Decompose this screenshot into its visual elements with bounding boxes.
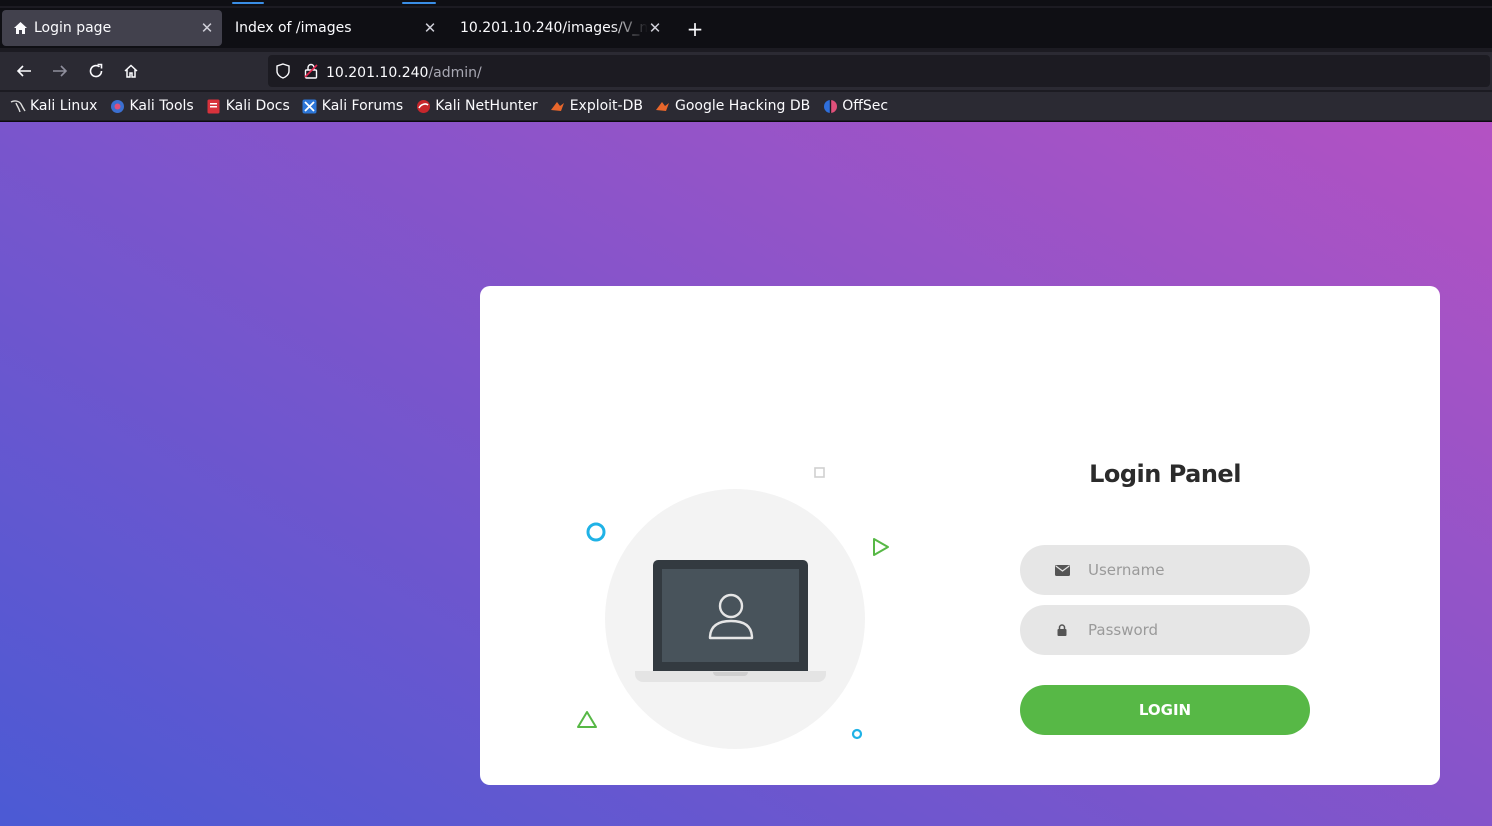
small-ring-decoration-icon	[851, 728, 863, 740]
close-tab-icon[interactable]: ✕	[421, 19, 439, 37]
laptop-notch	[713, 672, 748, 676]
close-tab-icon[interactable]: ✕	[646, 19, 664, 37]
exploit-db-icon	[550, 98, 566, 114]
bookmark-label: Exploit-DB	[569, 98, 643, 114]
bookmark-label: Kali Docs	[225, 98, 290, 114]
strip-indicator	[232, 2, 264, 4]
play-triangle-decoration-icon	[873, 538, 889, 556]
back-button[interactable]	[12, 59, 36, 83]
kali-nethunter-icon	[415, 98, 431, 114]
bookmark-kali-forums[interactable]: Kali Forums	[302, 98, 403, 114]
url-bar[interactable]: 10.201.10.240/admin/	[268, 55, 1490, 87]
kali-forums-icon	[302, 98, 318, 114]
bookmark-label: Google Hacking DB	[674, 98, 811, 114]
url-text[interactable]: 10.201.10.240/admin/	[326, 62, 482, 81]
bookmark-exploit-db[interactable]: Exploit-DB	[550, 98, 643, 114]
bookmark-label: Kali NetHunter	[435, 98, 538, 114]
bookmark-kali-nethunter[interactable]: Kali NetHunter	[415, 98, 538, 114]
tab-v-note[interactable]: 10.201.10.240/images/V_note ✕	[450, 10, 670, 46]
insecure-lock-icon[interactable]	[302, 62, 320, 80]
close-tab-icon[interactable]: ✕	[198, 19, 216, 37]
tab-index-of-images[interactable]: Index of /images ✕	[225, 10, 445, 46]
url-path: /admin/	[428, 64, 482, 81]
back-arrow-icon	[16, 65, 31, 77]
bookmark-google-hacking-db[interactable]: Google Hacking DB	[655, 98, 810, 114]
bookmarks-toolbar: Kali Linux Kali Tools Kali Docs Kali For…	[0, 92, 1492, 120]
tab-label: Index of /images	[235, 20, 352, 36]
shield-icon[interactable]	[274, 62, 292, 80]
navigation-bar: 10.201.10.240/admin/	[0, 52, 1492, 90]
login-button[interactable]: LOGIN	[1020, 685, 1310, 735]
bookmark-label: Kali Tools	[129, 98, 194, 114]
bookmark-kali-linux[interactable]: Kali Linux	[10, 98, 97, 114]
new-tab-button[interactable]: +	[684, 18, 706, 40]
strip-indicator	[402, 2, 436, 4]
bookmark-offsec[interactable]: OffSec	[822, 98, 888, 114]
home-icon	[12, 20, 28, 36]
forward-button[interactable]	[48, 59, 72, 83]
bookmark-label: OffSec	[842, 98, 889, 114]
tab-login-page[interactable]: Login page ✕	[2, 10, 222, 46]
forward-arrow-icon	[53, 65, 68, 77]
username-field[interactable]	[1020, 545, 1310, 595]
laptop-screen	[662, 569, 799, 662]
kali-dragon-icon	[10, 98, 26, 114]
ghdb-icon	[655, 98, 671, 114]
ring-decoration-icon	[586, 522, 606, 542]
kali-tools-icon	[109, 98, 125, 114]
bookmark-kali-tools[interactable]: Kali Tools	[109, 98, 194, 114]
password-field[interactable]	[1020, 605, 1310, 655]
user-icon	[708, 593, 753, 639]
url-host: 10.201.10.240	[326, 64, 429, 81]
kali-docs-icon	[206, 98, 222, 114]
password-input[interactable]	[1088, 621, 1288, 639]
reload-icon	[89, 63, 103, 78]
login-panel-title: Login Panel	[1089, 460, 1241, 488]
bookmark-label: Kali Linux	[30, 98, 98, 114]
top-strip	[0, 0, 1492, 6]
offsec-icon	[822, 98, 838, 114]
username-input[interactable]	[1088, 561, 1288, 579]
square-decoration-icon	[814, 467, 825, 478]
browser-chrome: Login page ✕ Index of /images ✕ 10.201.1…	[0, 0, 1492, 122]
tab-label: 10.201.10.240/images/V_note	[460, 20, 648, 36]
tab-bar: Login page ✕ Index of /images ✕ 10.201.1…	[0, 8, 1492, 48]
envelope-icon	[1054, 562, 1070, 578]
triangle-decoration-icon	[577, 711, 597, 728]
reload-button[interactable]	[84, 59, 108, 83]
lock-icon	[1054, 622, 1070, 638]
login-card: Login Panel LOGIN	[480, 286, 1440, 785]
home-icon	[124, 64, 138, 78]
bookmark-label: Kali Forums	[321, 98, 404, 114]
bookmark-kali-docs[interactable]: Kali Docs	[206, 98, 290, 114]
home-button[interactable]	[119, 59, 143, 83]
laptop-icon	[653, 560, 808, 672]
tab-label: Login page	[34, 20, 112, 36]
page-background: Login Panel LOGIN	[0, 122, 1492, 826]
